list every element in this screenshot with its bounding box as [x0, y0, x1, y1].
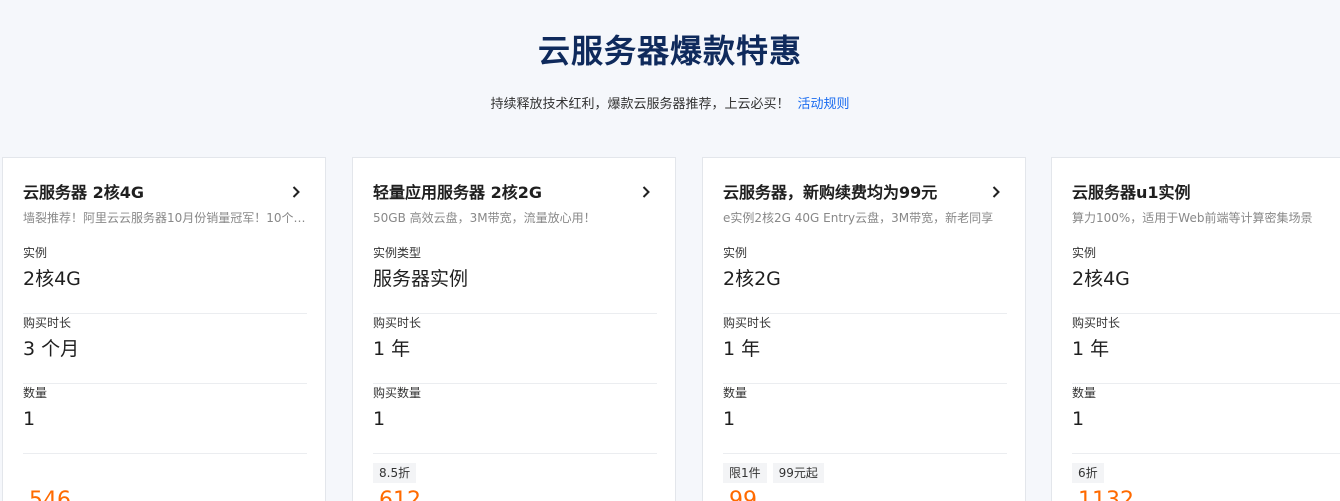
instance-value[interactable]: 2核2G	[723, 266, 781, 292]
field-label: 实例	[23, 246, 48, 260]
page-title: 云服务器爆款特惠	[537, 32, 802, 70]
field-label: 实例	[723, 246, 748, 260]
price: 99	[729, 488, 757, 501]
field-label: 购买时长	[373, 316, 422, 330]
duration-value[interactable]: 1 年	[723, 336, 760, 362]
field-label: 数量	[723, 386, 748, 400]
field-label: 购买时长	[723, 316, 772, 330]
duration-field: 购买时长 1 年	[723, 314, 1007, 384]
discount-tag: 8.5折	[373, 463, 417, 483]
price: 546	[29, 488, 71, 501]
instance-field: 实例 2核4G	[1072, 244, 1340, 314]
card-title[interactable]: 云服务器 2核4G	[23, 182, 144, 204]
product-card-2[interactable]: 轻量应用服务器 2核2G 50GB 高效云盘，3M带宽，流量放心用！ 实例类型 …	[352, 157, 676, 501]
field-label: 购买时长	[1072, 316, 1121, 330]
card-title[interactable]: 云服务器，新购续费均为99元	[723, 182, 937, 204]
subtitle-text: 持续释放技术红利，爆款云服务器推荐，上云必买！	[490, 97, 790, 112]
duration-field: 购买时长 1 年	[373, 314, 657, 384]
limit-tag: 限1件	[723, 463, 767, 483]
duration-value[interactable]: 1 年	[1072, 336, 1109, 362]
card-description: e实例2核2G 40G Entry云盘，3M带宽，新老同享	[723, 211, 994, 225]
field-label: 购买时长	[23, 316, 72, 330]
quantity-value[interactable]: 1	[373, 406, 385, 432]
activity-rules-link[interactable]: 活动规则	[798, 97, 850, 112]
chevron-right-icon[interactable]	[289, 185, 303, 199]
quantity-field: 数量 1	[23, 384, 307, 454]
duration-field: 购买时长 3 个月	[23, 314, 307, 384]
chevron-right-icon[interactable]	[989, 185, 1003, 199]
card-description: 墙裂推荐！阿里云云服务器10月份销量冠军！10个月以上	[23, 211, 307, 225]
quantity-field: 数量 1	[723, 384, 1007, 454]
card-description: 算力100%，适用于Web前端等计算密集场景	[1072, 211, 1313, 225]
field-label: 购买数量	[373, 386, 422, 400]
product-card-3[interactable]: 云服务器，新购续费均为99元 e实例2核2G 40G Entry云盘，3M带宽，…	[702, 157, 1026, 501]
duration-value[interactable]: 1 年	[373, 336, 410, 362]
field-label: 实例类型	[373, 246, 422, 260]
promo-tags: 6折	[1072, 462, 1110, 483]
discount-tag: 6折	[1072, 463, 1104, 483]
field-label: 数量	[23, 386, 48, 400]
instance-type-value[interactable]: 服务器实例	[373, 266, 468, 292]
quantity-value[interactable]: 1	[23, 406, 35, 432]
quantity-field: 数量 1	[1072, 384, 1340, 454]
duration-field: 购买时长 1 年	[1072, 314, 1340, 384]
card-title[interactable]: 云服务器u1实例	[1072, 182, 1191, 204]
card-description: 50GB 高效云盘，3M带宽，流量放心用！	[373, 211, 596, 225]
promo-header: 云服务器爆款特惠 持续释放技术红利，爆款云服务器推荐，上云必买！ 活动规则	[0, 0, 1340, 157]
quantity-field: 购买数量 1	[373, 384, 657, 454]
duration-value[interactable]: 3 个月	[23, 336, 79, 362]
price: 612	[379, 488, 421, 501]
promo-tags: 限1件 99元起	[723, 462, 830, 483]
instance-field: 实例 2核2G	[723, 244, 1007, 314]
price: 1132	[1078, 488, 1134, 501]
product-card-1[interactable]: 云服务器 2核4G 墙裂推荐！阿里云云服务器10月份销量冠军！10个月以上 实例…	[2, 157, 326, 501]
chevron-right-icon[interactable]	[639, 185, 653, 199]
instance-value[interactable]: 2核4G	[1072, 266, 1130, 292]
product-cards: 云服务器 2核4G 墙裂推荐！阿里云云服务器10月份销量冠军！10个月以上 实例…	[0, 157, 1340, 501]
page-subtitle: 持续释放技术红利，爆款云服务器推荐，上云必买！ 活动规则	[0, 95, 1340, 115]
quantity-value[interactable]: 1	[723, 406, 735, 432]
promo-tags: 8.5折	[373, 462, 422, 483]
quantity-value[interactable]: 1	[1072, 406, 1084, 432]
instance-value[interactable]: 2核4G	[23, 266, 81, 292]
field-label: 数量	[1072, 386, 1097, 400]
instance-field: 实例 2核4G	[23, 244, 307, 314]
product-card-4[interactable]: 云服务器u1实例 算力100%，适用于Web前端等计算密集场景 实例 2核4G …	[1051, 157, 1340, 501]
price-from-tag: 99元起	[772, 463, 824, 483]
card-title[interactable]: 轻量应用服务器 2核2G	[373, 182, 542, 204]
field-label: 实例	[1072, 246, 1097, 260]
instance-type-field: 实例类型 服务器实例	[373, 244, 657, 314]
